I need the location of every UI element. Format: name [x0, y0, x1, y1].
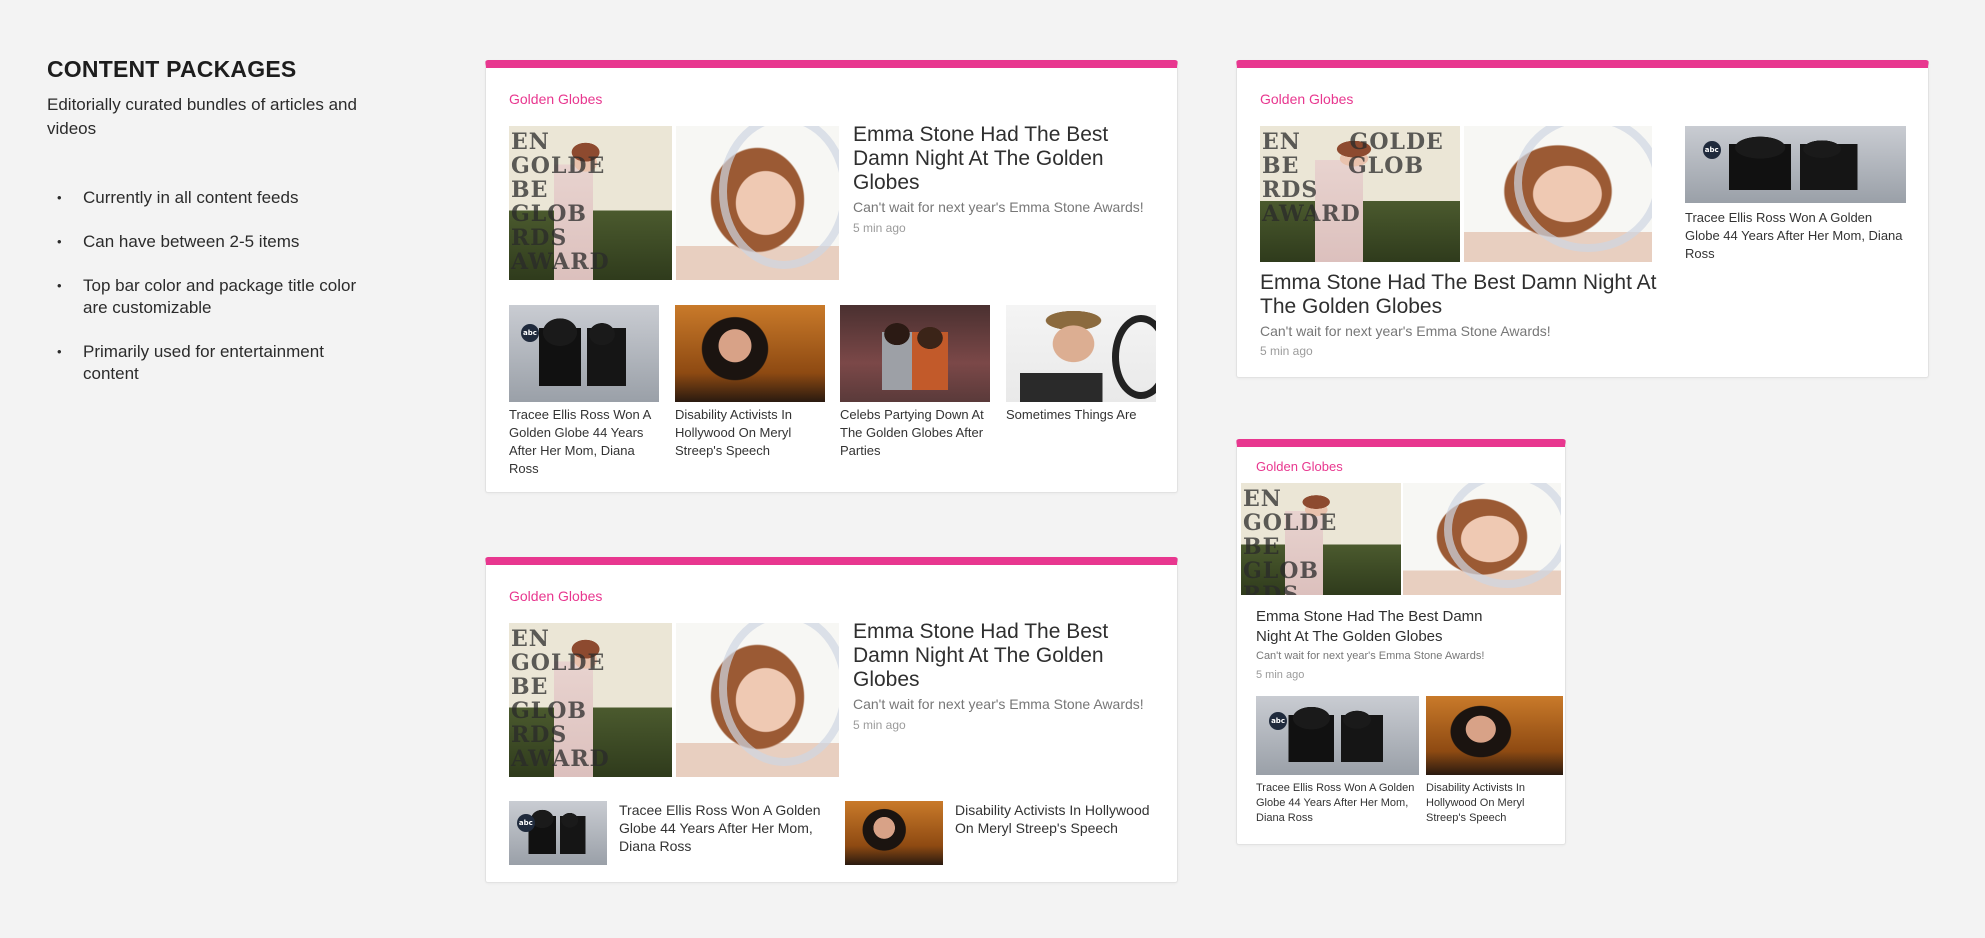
package-title[interactable]: Golden Globes: [1256, 459, 1343, 474]
feature-item: Top bar color and package title color ar…: [47, 275, 367, 319]
lead-image-gown[interactable]: [1241, 483, 1401, 595]
package-title[interactable]: Golden Globes: [509, 588, 602, 604]
lead-headline[interactable]: Emma Stone Had The Best Damn Night At Th…: [1256, 607, 1506, 647]
lead-timestamp: 5 min ago: [853, 221, 906, 235]
lead-image-portrait[interactable]: [1464, 126, 1652, 262]
item-title-tracee[interactable]: Tracee Ellis Ross Won A Golden Globe 44 …: [1256, 781, 1422, 826]
lead-dek: Can't wait for next year's Emma Stone Aw…: [853, 199, 1144, 215]
package-card-narrow: Golden Globes Emma Stone Had The Best Da…: [1236, 439, 1566, 845]
lead-image-gown[interactable]: [509, 623, 672, 777]
item-image-sometimes[interactable]: [1006, 305, 1156, 402]
item-title-party[interactable]: Celebs Partying Down At The Golden Globe…: [840, 406, 990, 460]
package-card-grid: Golden Globes Emma Stone Had The Best Da…: [485, 60, 1178, 493]
lead-image-gown[interactable]: [1260, 126, 1460, 262]
lead-headline[interactable]: Emma Stone Had The Best Damn Night At Th…: [1260, 271, 1660, 319]
item-image-tracee[interactable]: [1685, 126, 1906, 203]
item-title-tracee[interactable]: Tracee Ellis Ross Won A Golden Globe 44 …: [509, 406, 659, 478]
lead-headline[interactable]: Emma Stone Had The Best Damn Night At Th…: [853, 620, 1153, 692]
lead-timestamp: 5 min ago: [1256, 669, 1305, 681]
package-card-list: Golden Globes Emma Stone Had The Best Da…: [485, 557, 1178, 883]
lead-image-gown[interactable]: [509, 126, 672, 280]
lead-dek: Can't wait for next year's Emma Stone Aw…: [853, 696, 1144, 712]
lead-dek: Can't wait for next year's Emma Stone Aw…: [1256, 650, 1485, 662]
item-image-tracee[interactable]: [1256, 696, 1419, 775]
page-subtitle: Editorially curated bundles of articles …: [47, 95, 357, 138]
item-image-tracee[interactable]: [509, 305, 659, 402]
item-image-party[interactable]: [840, 305, 990, 402]
feature-item: Primarily used for entertainment content: [47, 341, 367, 385]
feature-item: Currently in all content feeds: [47, 187, 367, 209]
feature-list: Currently in all content feeds Can have …: [47, 187, 367, 385]
item-image-tracee[interactable]: [509, 801, 607, 865]
item-title-activists[interactable]: Disability Activists In Hollywood On Mer…: [1426, 781, 1560, 826]
item-image-activists[interactable]: [845, 801, 943, 865]
lead-image-portrait[interactable]: [1403, 483, 1561, 595]
lead-image-portrait[interactable]: [676, 126, 839, 280]
item-title-activists[interactable]: Disability Activists In Hollywood On Mer…: [675, 406, 825, 460]
lead-timestamp: 5 min ago: [1260, 344, 1313, 358]
lead-dek: Can't wait for next year's Emma Stone Aw…: [1260, 323, 1551, 339]
feature-item: Can have between 2-5 items: [47, 231, 367, 253]
item-title-sometimes[interactable]: Sometimes Things Are: [1006, 406, 1166, 424]
lead-timestamp: 5 min ago: [853, 718, 906, 732]
page-title: CONTENT PACKAGES: [47, 56, 297, 82]
lead-image-portrait[interactable]: [676, 623, 839, 777]
package-title[interactable]: Golden Globes: [1260, 91, 1353, 107]
intro-panel: CONTENT PACKAGES Editorially curated bun…: [47, 56, 367, 407]
item-title-tracee[interactable]: Tracee Ellis Ross Won A Golden Globe 44 …: [619, 801, 829, 855]
item-title-activists[interactable]: Disability Activists In Hollywood On Mer…: [955, 801, 1155, 837]
package-title[interactable]: Golden Globes: [509, 91, 602, 107]
item-image-activists[interactable]: [1426, 696, 1563, 775]
package-card-wide: Golden Globes Emma Stone Had The Best Da…: [1236, 60, 1929, 378]
lead-headline[interactable]: Emma Stone Had The Best Damn Night At Th…: [853, 123, 1153, 195]
item-image-activists[interactable]: [675, 305, 825, 402]
item-title-tracee[interactable]: Tracee Ellis Ross Won A Golden Globe 44 …: [1685, 209, 1906, 263]
